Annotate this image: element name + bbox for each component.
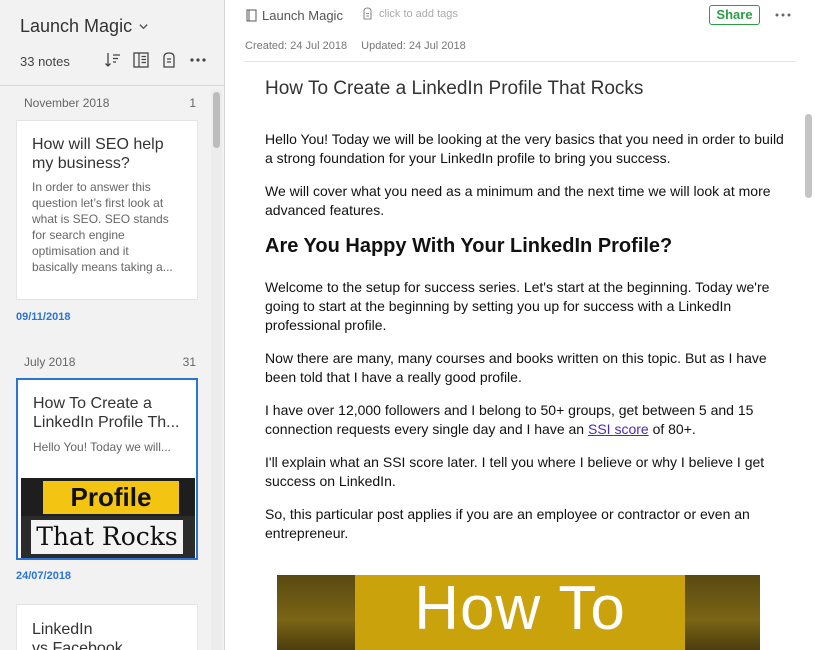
note-card-selected[interactable]: How To Create a LinkedIn Profile Th... H… — [16, 378, 198, 560]
more-options-icon — [775, 13, 791, 17]
note-body[interactable]: Hello You! Today we will be looking at t… — [265, 130, 785, 557]
month-header: July 2018 31 — [24, 355, 196, 369]
body-paragraph: So, this particular post applies if you … — [265, 506, 750, 541]
note-title[interactable]: How To Create a LinkedIn Profile That Ro… — [265, 78, 643, 100]
note-date: 09/11/2018 — [16, 311, 71, 323]
body-paragraph: I'll explain what an SSI score later. I … — [265, 454, 765, 489]
sort-icon[interactable] — [103, 50, 123, 70]
month-count: 1 — [189, 96, 196, 110]
note-metadata: Created: 24 Jul 2018 Updated: 24 Jul 201… — [245, 40, 466, 52]
chevron-down-icon — [139, 24, 148, 30]
ssi-score-link[interactable]: SSI score — [588, 421, 649, 437]
body-paragraph: Now there are many, many courses and boo… — [265, 350, 767, 385]
body-paragraph: Welcome to the setup for success series.… — [265, 279, 770, 333]
body-heading: Are You Happy With Your LinkedIn Profile… — [265, 235, 673, 257]
note-list: November 2018 1 How will SEO help my bus… — [0, 87, 224, 650]
note-card-title: LinkedIn vs Facebook — [32, 621, 123, 650]
month-label: November 2018 — [24, 96, 110, 110]
note-card-snippet: In order to answer this question let’s f… — [32, 180, 173, 274]
updated-date: Updated: 24 Jul 2018 — [361, 40, 466, 52]
hero-image-text: How To — [414, 575, 626, 643]
month-label: July 2018 — [24, 355, 76, 369]
notebook-icon — [246, 9, 257, 22]
created-date: Created: 24 Jul 2018 — [245, 40, 348, 52]
note-card-title: How will SEO help my business? — [32, 136, 164, 172]
note-editor: Launch Magic click to add tags Share Cre… — [226, 0, 815, 650]
body-paragraph: We will cover what you need as a minimum… — [265, 183, 771, 218]
notebook-title: Launch Magic — [20, 16, 133, 36]
body-paragraph: I have over 12,000 followers and I belon… — [265, 402, 754, 437]
divider — [245, 61, 795, 62]
month-header: November 2018 1 — [24, 96, 196, 110]
scrollbar-thumb[interactable] — [213, 92, 220, 148]
hero-image: How To — [277, 575, 760, 650]
note-list-scrollbar[interactable] — [211, 90, 222, 650]
note-card-thumbnail: Profile That Rocks — [21, 478, 195, 558]
note-more-button[interactable] — [772, 6, 794, 24]
note-card-title: How To Create a LinkedIn Profile Th... — [33, 395, 180, 431]
month-count: 31 — [182, 355, 196, 369]
note-card[interactable]: LinkedIn vs Facebook — [16, 604, 198, 650]
notebook-selector[interactable]: Launch Magic — [20, 16, 149, 37]
view-options-icon[interactable] — [131, 50, 151, 70]
more-options-icon[interactable] — [188, 50, 208, 70]
editor-scrollbar[interactable] — [803, 112, 813, 650]
tag-placeholder: click to add tags — [379, 7, 458, 20]
share-button[interactable]: Share — [709, 5, 760, 25]
tag-field[interactable]: click to add tags — [362, 7, 458, 20]
note-count: 33 notes — [20, 54, 70, 69]
breadcrumb-notebook-name: Launch Magic — [262, 8, 343, 23]
notebook-breadcrumb[interactable]: Launch Magic — [246, 8, 343, 23]
note-list-panel: Launch Magic 33 notes November 2018 1 Ho… — [0, 0, 225, 650]
note-card[interactable]: How will SEO help my business? In order … — [16, 120, 198, 300]
body-paragraph: Hello You! Today we will be looking at t… — [265, 131, 784, 166]
note-list-header: Launch Magic 33 notes — [0, 0, 224, 86]
scrollbar-thumb[interactable] — [805, 114, 812, 198]
note-date: 24/07/2018 — [16, 570, 72, 582]
note-card-snippet: Hello You! Today we will... — [33, 440, 171, 454]
thumbnail-text-top: Profile — [70, 482, 152, 512]
tag-icon — [363, 7, 372, 20]
shortcut-icon[interactable] — [159, 50, 179, 70]
thumbnail-text-bottom: That Rocks — [36, 522, 178, 551]
